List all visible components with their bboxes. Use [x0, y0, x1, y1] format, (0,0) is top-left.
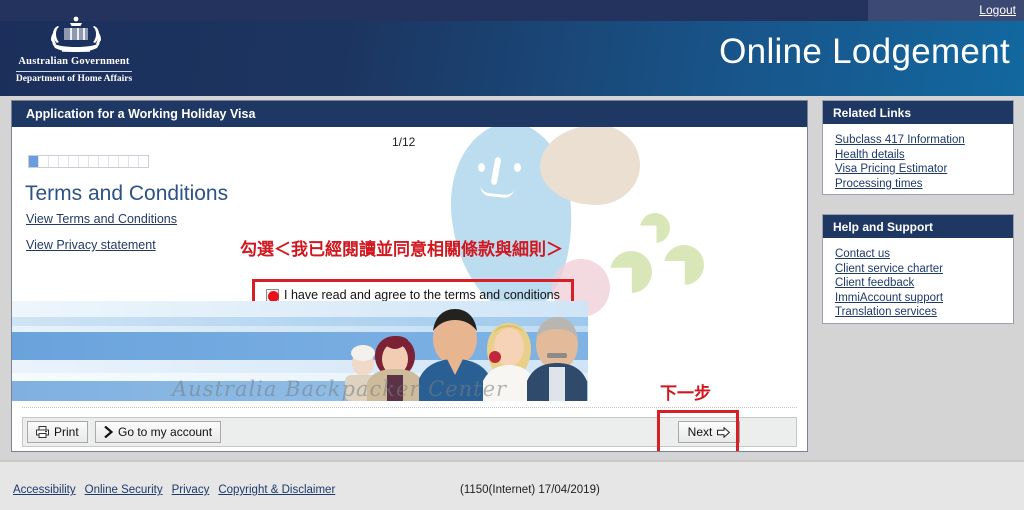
- agree-terms-label: I have read and agree to the terms and c…: [284, 288, 560, 302]
- footer-links: Accessibility Online Security Privacy Co…: [13, 484, 335, 496]
- banner-watermark: Australia Backpacker Center: [172, 377, 508, 401]
- help-link-translation-services[interactable]: Translation services: [835, 305, 1013, 320]
- crest-divider: [16, 71, 132, 72]
- site-header: Logout Australian Government Department …: [0, 0, 1024, 96]
- help-link-immiaccount-support[interactable]: ImmiAccount support: [835, 291, 1013, 306]
- printer-icon: [36, 426, 49, 438]
- progress-bar: [28, 155, 149, 168]
- decorative-tan-blob: [540, 127, 640, 205]
- view-terms-and-conditions-link[interactable]: View Terms and Conditions: [26, 212, 177, 226]
- annotation-highlight-next: [657, 410, 739, 451]
- go-to-my-account-label: Go to my account: [118, 425, 213, 439]
- site-footer: Accessibility Online Security Privacy Co…: [0, 462, 1024, 510]
- related-link-subclass-417[interactable]: Subclass 417 Information: [835, 133, 1013, 148]
- decorative-face-nose: [490, 156, 502, 186]
- footer-version-text: (1150(Internet) 17/04/2019): [460, 484, 600, 496]
- decorative-green-crescent-2: [610, 251, 652, 293]
- footer-link-copyright-disclaimer[interactable]: Copyright & Disclaimer: [218, 484, 335, 496]
- crest-department-label: Department of Home Affairs: [15, 74, 133, 84]
- view-privacy-statement-link[interactable]: View Privacy statement: [26, 238, 156, 252]
- footer-link-online-security[interactable]: Online Security: [85, 484, 163, 496]
- decorative-green-crescent-3: [664, 245, 704, 285]
- decorative-face-eye-right: [514, 163, 521, 172]
- terms-agreement-row[interactable]: I have read and agree to the terms and c…: [266, 288, 560, 302]
- decorative-green-crescent-1: [640, 213, 670, 243]
- print-button-label: Print: [54, 425, 79, 439]
- chevron-right-icon: [104, 426, 113, 438]
- banner-image: Australia Backpacker Center: [12, 301, 588, 401]
- annotation-next-note: 下一步: [660, 384, 711, 404]
- help-link-contact-us[interactable]: Contact us: [835, 247, 1013, 262]
- help-link-client-service-charter[interactable]: Client service charter: [835, 262, 1013, 277]
- related-links-list: Subclass 417 Information Health details …: [823, 124, 1013, 191]
- page-root: Logout Australian Government Department …: [0, 0, 1024, 510]
- related-link-processing-times[interactable]: Processing times: [835, 177, 1013, 192]
- decorative-face-mouth: [479, 185, 515, 199]
- annotation-checkbox-note: 勾選＜我已經閱讀並同意相關條款與細則＞: [240, 240, 563, 260]
- help-and-support-panel: Help and Support Contact us Client servi…: [822, 214, 1014, 324]
- page-body: Application for a Working Holiday Visa 1…: [0, 96, 1024, 462]
- related-link-visa-pricing-estimator[interactable]: Visa Pricing Estimator: [835, 162, 1013, 177]
- help-links-list: Contact us Client service charter Client…: [823, 238, 1013, 320]
- decorative-face-eye-left: [478, 163, 485, 172]
- crest-government-label: Australian Government: [18, 56, 130, 67]
- application-title-bar: Application for a Working Holiday Visa: [12, 101, 807, 127]
- content-separator: [22, 407, 797, 408]
- footer-link-accessibility[interactable]: Accessibility: [13, 484, 76, 496]
- help-link-client-feedback[interactable]: Client feedback: [835, 276, 1013, 291]
- help-and-support-title: Help and Support: [823, 215, 1013, 238]
- print-button[interactable]: Print: [27, 421, 88, 443]
- logout-link[interactable]: Logout: [979, 3, 1016, 17]
- related-links-panel: Related Links Subclass 417 Information H…: [822, 100, 1014, 195]
- go-to-my-account-button[interactable]: Go to my account: [95, 421, 222, 443]
- australian-government-crest: Australian Government Department of Home…: [10, 16, 138, 86]
- coat-of-arms-icon: [51, 16, 101, 52]
- main-content-panel: Application for a Working Holiday Visa 1…: [11, 100, 808, 452]
- related-link-health-details[interactable]: Health details: [835, 148, 1013, 163]
- agree-terms-checkbox[interactable]: [266, 288, 279, 302]
- form-area: 1/12 Terms and Conditions View Terms and…: [12, 127, 807, 451]
- section-heading: Terms and Conditions: [25, 182, 229, 205]
- annotation-red-dot-marker: [268, 290, 279, 302]
- related-links-title: Related Links: [823, 101, 1013, 124]
- page-title: Online Lodgement: [719, 32, 1010, 71]
- footer-link-privacy[interactable]: Privacy: [172, 484, 210, 496]
- page-counter: 1/12: [392, 135, 416, 149]
